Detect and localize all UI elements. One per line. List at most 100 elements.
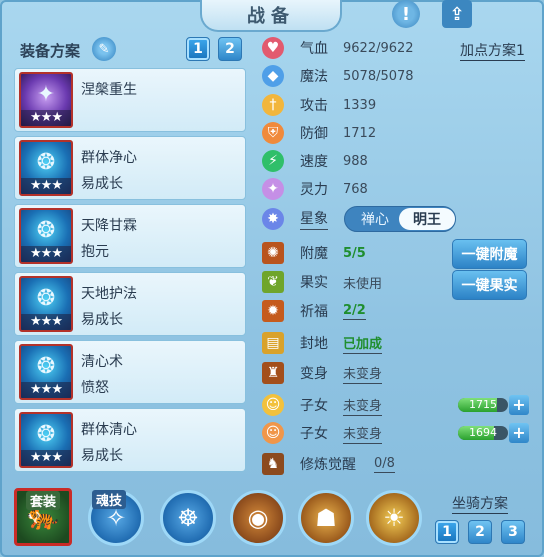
fruit-icon: ❦ <box>262 271 284 293</box>
stat-value: 未使用 <box>343 276 383 292</box>
stat-value: 988 <box>343 153 368 169</box>
stat-row-star: ✸ 星象 <box>262 207 328 231</box>
skill-icon: ❂ ★★★ <box>19 140 73 196</box>
lightning-icon: ⚡ <box>262 150 284 172</box>
awaken-icon: ♞ <box>262 453 284 475</box>
shield-icon: ⛨ <box>262 122 284 144</box>
star-rating: ★★★ <box>21 178 71 194</box>
toggle-option-chanxin[interactable]: 禅心 <box>347 208 403 230</box>
stat-row-transform: ♜ 变身 未变身 <box>262 361 383 385</box>
stat-value[interactable]: 未变身 <box>343 395 383 416</box>
skill-glyph: ❂ <box>36 286 56 311</box>
skill-sub: 抱元 <box>81 244 109 260</box>
monk-icon: ☸ <box>177 504 199 532</box>
stat-value: 9622/9622 <box>343 40 414 56</box>
sword-icon: † <box>262 94 284 116</box>
child-2-plus-button[interactable]: + <box>509 423 529 443</box>
stat-plan-link[interactable]: 加点方案1 <box>460 40 525 61</box>
skill-card[interactable]: ❂ ★★★ 清心术 愤怒 <box>14 340 246 404</box>
scheme-tab-2[interactable]: 2 <box>218 37 242 61</box>
stat-value[interactable]: 已加成 <box>343 333 383 354</box>
mount-tab-3[interactable]: 3 <box>501 520 525 544</box>
stat-row-child-1: ☺ 子女 未变身 <box>262 393 383 417</box>
skill-card[interactable]: ❂ ★★★ 群体净心 易成长 <box>14 136 246 200</box>
stat-value: 5078/5078 <box>343 68 414 84</box>
ride-slot-4[interactable]: ☀ <box>366 490 422 546</box>
stat-row-fruit: ❦ 果实 未使用 <box>262 270 382 294</box>
stat-label[interactable]: 星象 <box>300 208 328 230</box>
scheme-tab-1[interactable]: 1 <box>186 37 210 61</box>
skill-name: 群体净心 <box>81 150 137 166</box>
alert-icon[interactable]: ! <box>392 0 420 28</box>
one-click-fruit-button[interactable]: 一键果实 <box>452 270 527 300</box>
stat-row-awaken: ♞ 修炼觉醒 0/8 <box>262 452 395 476</box>
stat-value[interactable]: 未变身 <box>343 423 383 444</box>
stat-value[interactable]: 未变身 <box>343 363 383 384</box>
mount-tab-1[interactable]: 1 <box>435 520 459 544</box>
ride-slot-1[interactable]: ☸ <box>160 490 216 546</box>
ride-slot-3[interactable]: ☗ <box>298 490 354 546</box>
share-icon[interactable]: ⇪ <box>442 0 472 28</box>
skill-name: 清心术 <box>81 354 123 370</box>
stat-label: 魔法 <box>300 69 328 85</box>
stat-value[interactable]: 2/2 <box>343 303 366 320</box>
stat-value: 1712 <box>343 125 377 141</box>
heart-icon: ♥ <box>262 37 284 59</box>
stat-value: 5/5 <box>343 245 366 261</box>
skill-name: 涅槃重生 <box>81 82 137 98</box>
drum-icon: ◉ <box>247 504 269 532</box>
stat-label: 封地 <box>300 336 328 352</box>
stat-row-spirit: ✦ 灵力 768 <box>262 177 368 201</box>
stat-label: 果实 <box>300 275 328 291</box>
stat-label: 攻击 <box>300 98 328 114</box>
skill-glyph: ✦ <box>36 82 56 107</box>
star-rating: ★★★ <box>21 110 71 126</box>
child-1-plus-button[interactable]: + <box>509 395 529 415</box>
equipment-scheme-title: 装备方案 <box>20 42 81 60</box>
mount-plan-label: 坐骑方案 <box>452 493 508 514</box>
skill-glyph: ❂ <box>36 218 56 243</box>
one-click-enchant-button[interactable]: 一键附魔 <box>452 239 527 269</box>
transform-icon: ♜ <box>262 362 284 384</box>
stat-label: 子女 <box>300 426 328 442</box>
skill-card[interactable]: ❂ ★★★ 天降甘霖 抱元 <box>14 204 246 268</box>
star-rating: ★★★ <box>21 314 71 330</box>
edit-icon[interactable]: ✎ <box>92 37 116 61</box>
skill-sub: 易成长 <box>81 176 123 192</box>
page-title: 战备 <box>200 0 342 32</box>
stat-row-speed: ⚡ 速度 988 <box>262 149 368 173</box>
stat-label: 速度 <box>300 154 328 170</box>
stat-row-seal: ▤ 封地 已加成 <box>262 331 383 355</box>
soul-skill-label: 魂技 <box>92 490 127 509</box>
buddha-icon: ☀ <box>383 504 405 532</box>
skill-icon: ❂ ★★★ <box>19 208 73 264</box>
stat-value[interactable]: 0/8 <box>374 456 395 473</box>
skill-card[interactable]: ✦ ★★★ 涅槃重生 <box>14 68 246 132</box>
skill-glyph: ❂ <box>36 422 56 447</box>
star-rating: ★★★ <box>21 246 71 262</box>
skill-card[interactable]: ❂ ★★★ 天地护法 易成长 <box>14 272 246 336</box>
scroll-icon: ▤ <box>262 332 284 354</box>
star-icon: ✸ <box>262 208 284 230</box>
skill-card[interactable]: ❂ ★★★ 群体清心 易成长 <box>14 408 246 472</box>
stat-label: 修炼觉醒 <box>300 457 356 473</box>
stat-row-hp: ♥ 气血 9622/9622 <box>262 36 414 60</box>
skill-name: 天降甘霖 <box>81 218 137 234</box>
ride-slot-2[interactable]: ◉ <box>230 490 286 546</box>
star-toggle[interactable]: 禅心 明王 <box>344 206 456 232</box>
skill-sub: 易成长 <box>81 312 123 328</box>
stat-row-enchant: ✺ 附魔 5/5 <box>262 241 366 265</box>
bar-value: 1715 <box>469 398 497 411</box>
spirit-icon: ✦ <box>262 178 284 200</box>
child-2-bar: 1694 <box>458 426 508 440</box>
stat-value: 768 <box>343 181 368 197</box>
child-1-bar: 1715 <box>458 398 508 412</box>
stat-label: 附魔 <box>300 246 328 262</box>
stat-row-defense: ⛨ 防御 1712 <box>262 121 376 145</box>
mount-tab-2[interactable]: 2 <box>468 520 492 544</box>
stat-label: 灵力 <box>300 182 328 198</box>
toggle-option-mingwang[interactable]: 明王 <box>399 208 455 230</box>
skill-name: 天地护法 <box>81 286 137 302</box>
stat-row-bless: ✹ 祈福 2/2 <box>262 299 366 323</box>
stat-label: 防御 <box>300 126 328 142</box>
